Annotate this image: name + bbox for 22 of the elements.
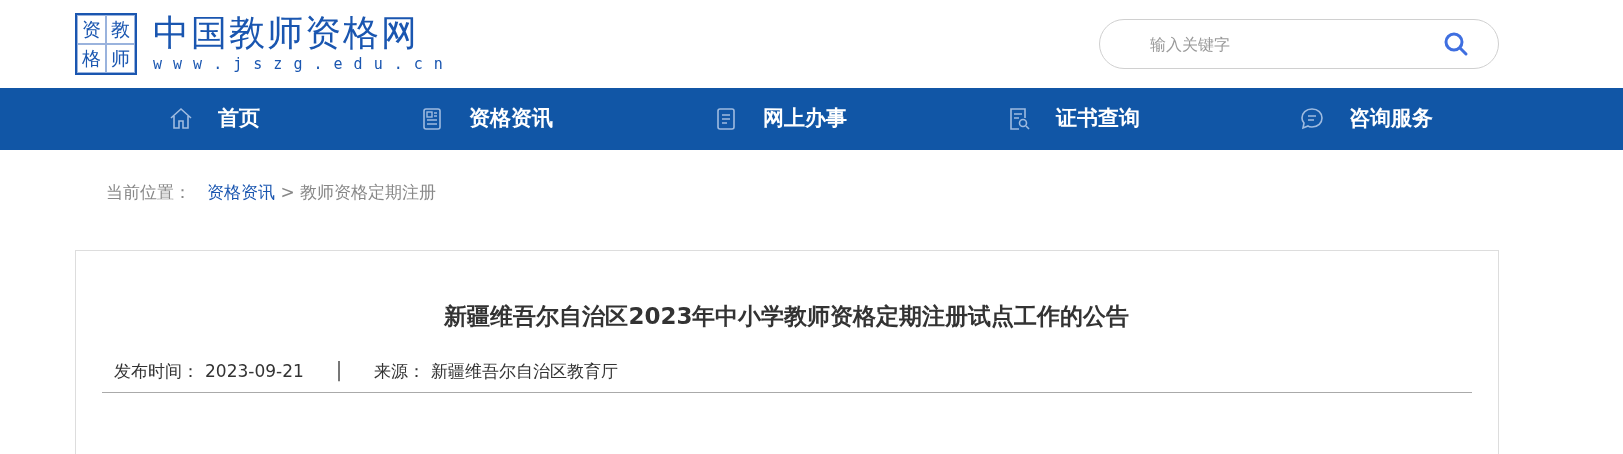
search-icon[interactable]: [1443, 31, 1469, 57]
article-title: 新疆维吾尔自治区2023年中小学教师资格定期注册试点工作的公告: [443, 302, 1131, 331]
site-url: w w w . j s z g . e d u . c n: [153, 53, 444, 75]
breadcrumb-separator: >: [280, 182, 295, 202]
nav-link[interactable]: 咨询服务: [1349, 103, 1433, 135]
logo-seal: 资 教 格 师: [75, 13, 137, 75]
nav-link[interactable]: 资格资讯: [469, 103, 554, 135]
breadcrumb-current: 教师资格定期注册: [300, 182, 437, 202]
publish-date: 2023-09-21: [205, 359, 304, 383]
nav-link[interactable]: 网上办事: [762, 103, 847, 135]
source-label: 来源：: [374, 359, 426, 383]
site-title: 中国教师资格网: [153, 12, 420, 53]
search-field[interactable]: 输入关键字: [1099, 19, 1499, 69]
meta-divider: │: [333, 359, 345, 384]
date-label: 发布时间：: [114, 359, 199, 383]
nav-link[interactable]: 首页: [218, 103, 260, 135]
nav-link[interactable]: 证书查询: [1055, 103, 1140, 135]
source-name: 新疆维吾尔自治区教育厅: [431, 359, 619, 383]
chat-bubble-icon: [1299, 106, 1325, 132]
breadcrumb-label: 当前位置：: [106, 182, 191, 202]
breadcrumb-link[interactable]: 资格资讯: [207, 182, 275, 202]
home-icon: [168, 106, 194, 132]
